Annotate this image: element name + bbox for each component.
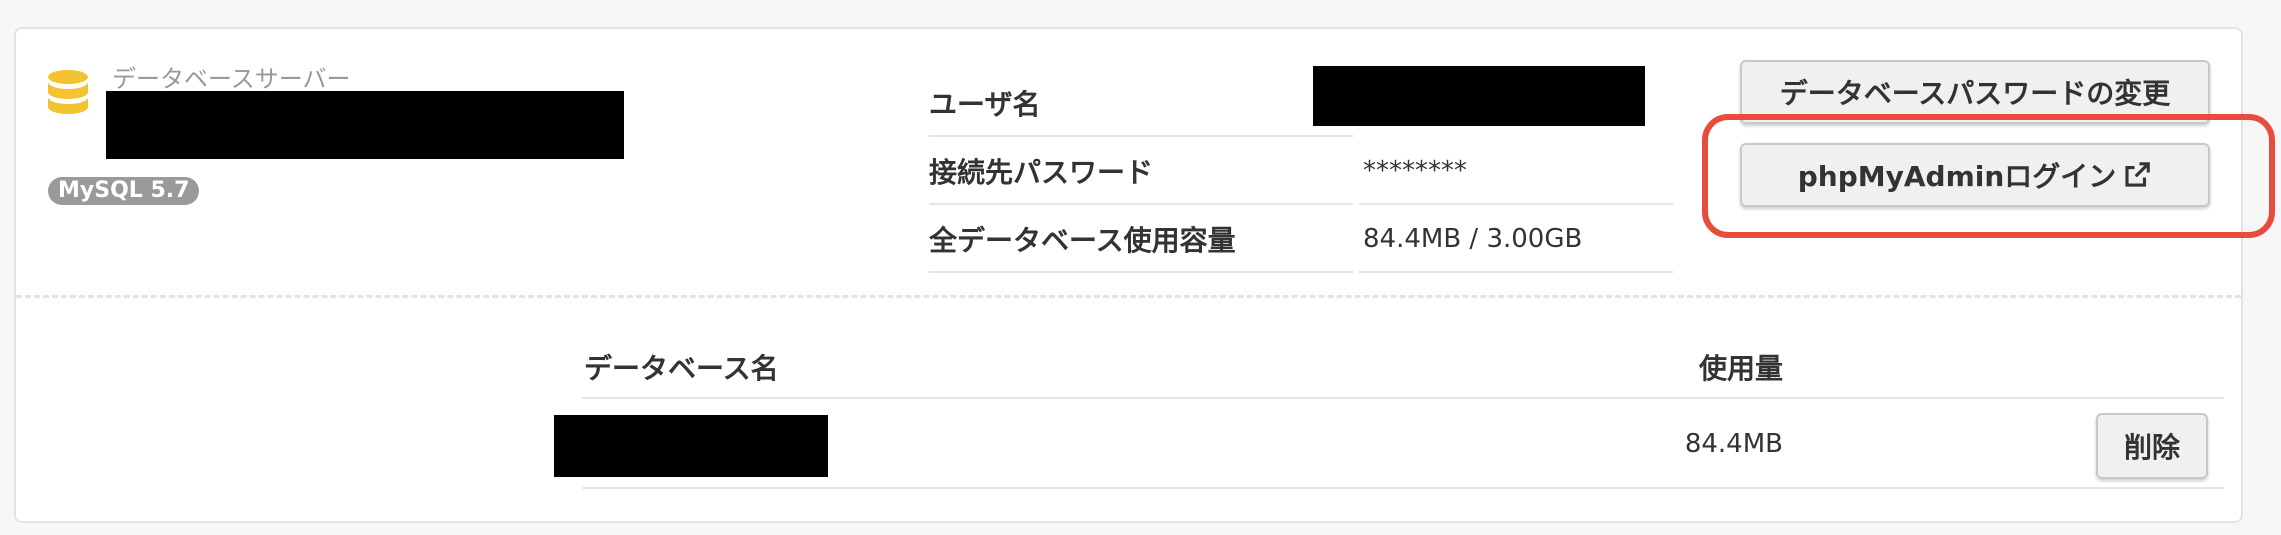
redacted-username xyxy=(1313,66,1645,126)
table-row-divider xyxy=(582,487,2224,489)
info-row-username: ユーザ名 xyxy=(929,66,1689,137)
info-row-password: 接続先パスワード ******** xyxy=(929,139,1689,205)
phpmyadmin-login-label: phpMyAdminログイン xyxy=(1797,160,2117,193)
database-icon xyxy=(48,70,88,114)
section-divider xyxy=(16,295,2241,298)
table-header-divider xyxy=(582,397,2224,399)
info-row-total-usage: 全データベース使用容量 84.4MB / 3.00GB xyxy=(929,207,1689,273)
delete-button[interactable]: 削除 xyxy=(2096,413,2208,479)
delete-label: 削除 xyxy=(2123,431,2180,464)
usage-header: 使用量 xyxy=(1698,352,1783,385)
change-password-label: データベースパスワードの変更 xyxy=(1779,77,2171,110)
total-usage-value: 84.4MB / 3.00GB xyxy=(1359,207,1673,273)
username-value xyxy=(1313,66,1673,137)
server-label: データベースサーバー xyxy=(112,65,351,93)
database-server-card: データベースサーバー MySQL 5.7 ユーザ名 接続先パスワード *****… xyxy=(14,27,2275,523)
mysql-version-badge: MySQL 5.7 xyxy=(48,177,200,205)
password-label: 接続先パスワード xyxy=(929,139,1353,205)
redacted-server-name xyxy=(106,91,624,159)
database-usage-value: 84.4MB xyxy=(1684,429,1783,459)
redacted-database-name xyxy=(554,415,828,477)
database-name-header: データベース名 xyxy=(584,352,779,385)
external-link-icon xyxy=(2125,162,2151,187)
password-value: ******** xyxy=(1359,139,1673,205)
username-label: ユーザ名 xyxy=(929,71,1353,137)
total-usage-label: 全データベース使用容量 xyxy=(929,207,1353,273)
phpmyadmin-login-button[interactable]: phpMyAdminログイン xyxy=(1740,143,2210,207)
